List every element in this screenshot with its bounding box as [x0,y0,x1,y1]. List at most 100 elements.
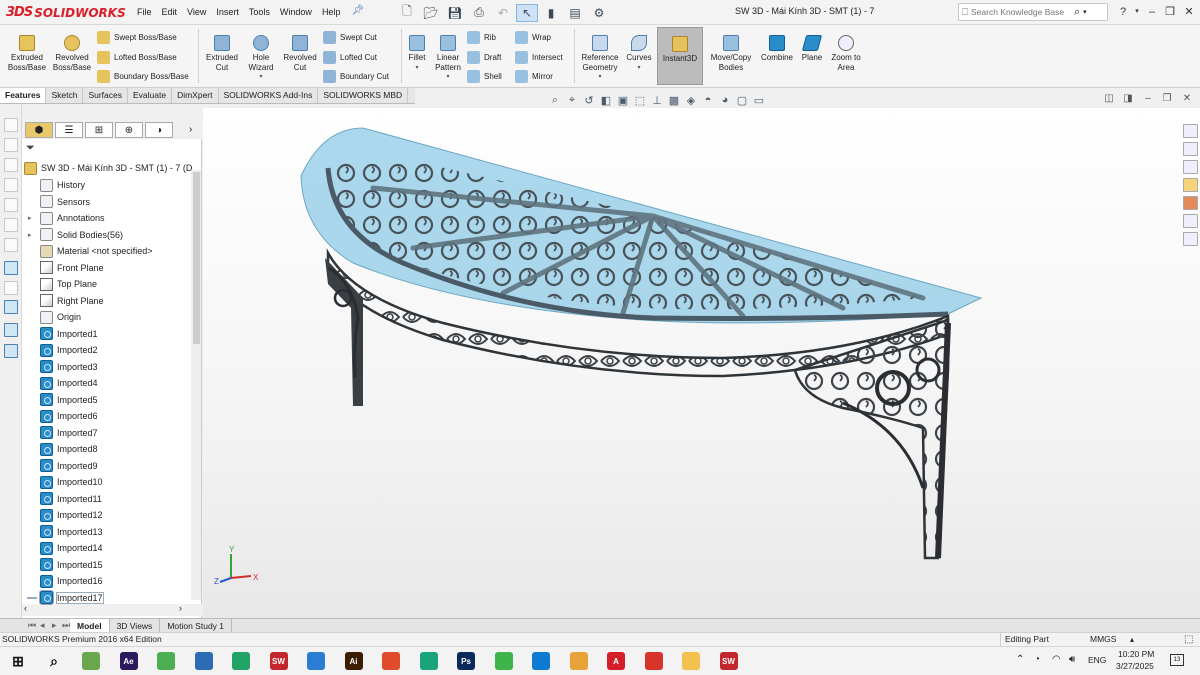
linear-pattern-button[interactable]: Linear Pattern ▾ [430,25,466,83]
extruded-boss-button[interactable]: Extruded Boss/Base [4,25,50,72]
select-icon[interactable]: ↖ [516,3,538,22]
zoom-area-view-icon[interactable]: ⌖ [565,93,579,107]
strip-tool-icon[interactable] [4,218,18,232]
model-canvas[interactable]: Y X Z [203,108,1200,618]
filter-icon[interactable]: ⏷ [26,142,35,155]
view-palette-icon[interactable] [1183,178,1198,192]
taskbar-search-icon[interactable]: ⌕ [45,652,63,670]
graphics-area[interactable]: Y X Z [203,108,1200,618]
taskbar-app-icon[interactable] [644,652,663,670]
tab-addins[interactable]: SOLIDWORKS Add-Ins [219,88,319,103]
print-icon[interactable]: ⎙ [468,4,490,22]
custom-properties-icon[interactable] [1183,214,1198,228]
strip-tool-icon[interactable] [4,158,18,172]
restore-icon[interactable]: ❐ [1161,3,1179,21]
extruded-cut-button[interactable]: Extruded Cut [202,25,242,72]
intersect-button[interactable]: Intersect [515,49,563,65]
viewport-close-icon[interactable]: ✕ [1180,93,1194,107]
search-dropdown-icon[interactable]: ▾ [1083,8,1087,16]
revolved-boss-button[interactable]: Revolved Boss/Base [50,25,94,72]
traffic-light-icon[interactable]: ▮ [540,4,562,22]
mirror-button[interactable]: Mirror [515,68,553,84]
configuration-tab-icon[interactable]: ⊞ [85,122,113,138]
boundary-cut-button[interactable]: Boundary Cut [323,68,389,84]
home-icon[interactable] [1183,124,1198,138]
wifi-icon[interactable]: ◠ [1052,654,1061,665]
linear-pattern-dropdown-icon[interactable]: ▾ [446,73,449,83]
menu-tools[interactable]: Tools [244,5,275,20]
dimxpert-tab-icon[interactable]: ⊕ [115,122,143,138]
expand-icon[interactable]: ▸ [28,214,36,222]
revolved-cut-button[interactable]: Revolved Cut [280,25,320,72]
tree-item[interactable]: Material <not specified> [28,243,153,259]
viewport-tile-right-icon[interactable]: ◨ [1121,93,1135,107]
tree-item[interactable]: Imported11 [28,491,102,507]
file-props-icon[interactable]: ▤ [564,4,586,22]
tray-network-status-icon[interactable]: ◔ [1034,654,1040,665]
swept-cut-button[interactable]: Swept Cut [323,29,377,45]
hide-show-icon[interactable]: ◈ [684,93,698,107]
tab-features[interactable]: Features [0,88,47,103]
tree-item[interactable]: Imported3 [28,359,98,375]
feature-tree-tab-icon[interactable]: ⬢ [25,122,53,138]
tray-up-icon[interactable]: ⌃ [1016,654,1024,665]
taskbar-app-icon[interactable] [82,652,100,670]
curves-dropdown-icon[interactable]: ▾ [637,64,640,74]
taskbar-app-icon[interactable] [382,652,400,670]
tree-item[interactable]: Imported1 [28,326,98,342]
previous-view-icon[interactable]: ↺ [582,93,596,107]
tree-root[interactable]: SW 3D - Mái Kính 3D - SMT (1) - 7 (D [24,160,192,176]
tree-item[interactable]: History [28,177,85,193]
property-manager-tab-icon[interactable]: ☰ [55,122,83,138]
clock-time[interactable]: 10:20 PM [1118,649,1154,659]
tab-surfaces[interactable]: Surfaces [83,88,128,103]
curves-button[interactable]: Curves ▾ [624,25,654,73]
tab-motion-study[interactable]: Motion Study 1 [160,619,233,632]
taskbar-app-icon[interactable] [157,652,175,670]
taskbar-app-icon[interactable]: Ai [344,652,363,670]
tree-item[interactable]: Imported4 [28,375,98,391]
strip-tool-icon[interactable] [4,344,18,358]
tree-item[interactable]: ▸ Annotations [28,210,105,226]
input-language[interactable]: ENG [1088,655,1106,665]
hole-wizard-button[interactable]: Hole Wizard ▾ [242,25,280,83]
tab-model[interactable]: Model [70,619,110,632]
viewport-minimize-icon[interactable]: – [1141,93,1155,107]
menu-file[interactable]: File [132,5,157,20]
fillet-dropdown-icon[interactable]: ▾ [415,64,418,74]
taskbar-app-icon[interactable]: SW [719,652,738,670]
tab-nav-last-icon[interactable]: ⏭ [62,620,70,631]
taskbar-app-icon[interactable] [494,652,513,670]
viewport-restore-icon[interactable]: ❐ [1160,93,1174,107]
taskbar-app-icon[interactable] [569,652,588,670]
scene-icon[interactable]: ◕ [718,93,732,107]
strip-tool-icon[interactable] [4,138,18,152]
taskbar-app-icon[interactable]: Ae [119,652,138,670]
tab-mbd[interactable]: SOLIDWORKS MBD [318,88,409,103]
taskbar-app-icon[interactable] [682,652,700,670]
volume-icon[interactable]: 🔊︎ [1069,654,1075,665]
wrap-button[interactable]: Wrap [515,29,551,45]
taskbar-app-icon[interactable]: SW [269,652,288,670]
view-orientation-icon[interactable]: ⬚ [633,93,647,107]
tab-nav-prev-icon[interactable]: ◂ [40,620,45,631]
unit-system-button[interactable]: MMGS [1090,633,1116,646]
hole-wizard-dropdown-icon[interactable]: ▾ [259,73,262,83]
tree-item[interactable]: Imported9 [28,458,98,474]
boundary-boss-button[interactable]: Boundary Boss/Base [97,68,189,84]
strip-tool-icon[interactable] [4,238,18,252]
lofted-boss-button[interactable]: Lofted Boss/Base [97,49,177,65]
taskbar-app-icon[interactable] [532,652,550,670]
solidworks-logo[interactable]: 3DS SOLIDWORKS [6,3,126,22]
reference-geometry-dropdown-icon[interactable]: ▾ [598,73,601,83]
tab-dimxpert[interactable]: DimXpert [172,88,219,103]
forum-icon[interactable] [1183,232,1198,246]
new-icon[interactable]: 🗋︎ [396,4,418,22]
rib-button[interactable]: Rib [467,29,496,45]
tree-item[interactable]: Right Plane [28,293,104,309]
menu-view[interactable]: View [182,5,211,20]
pin-icon[interactable]: 📌︎ [351,5,364,20]
menu-insert[interactable]: Insert [211,5,244,20]
open-icon[interactable]: 📂︎ [420,4,442,22]
combine-button[interactable]: Combine [757,25,797,63]
